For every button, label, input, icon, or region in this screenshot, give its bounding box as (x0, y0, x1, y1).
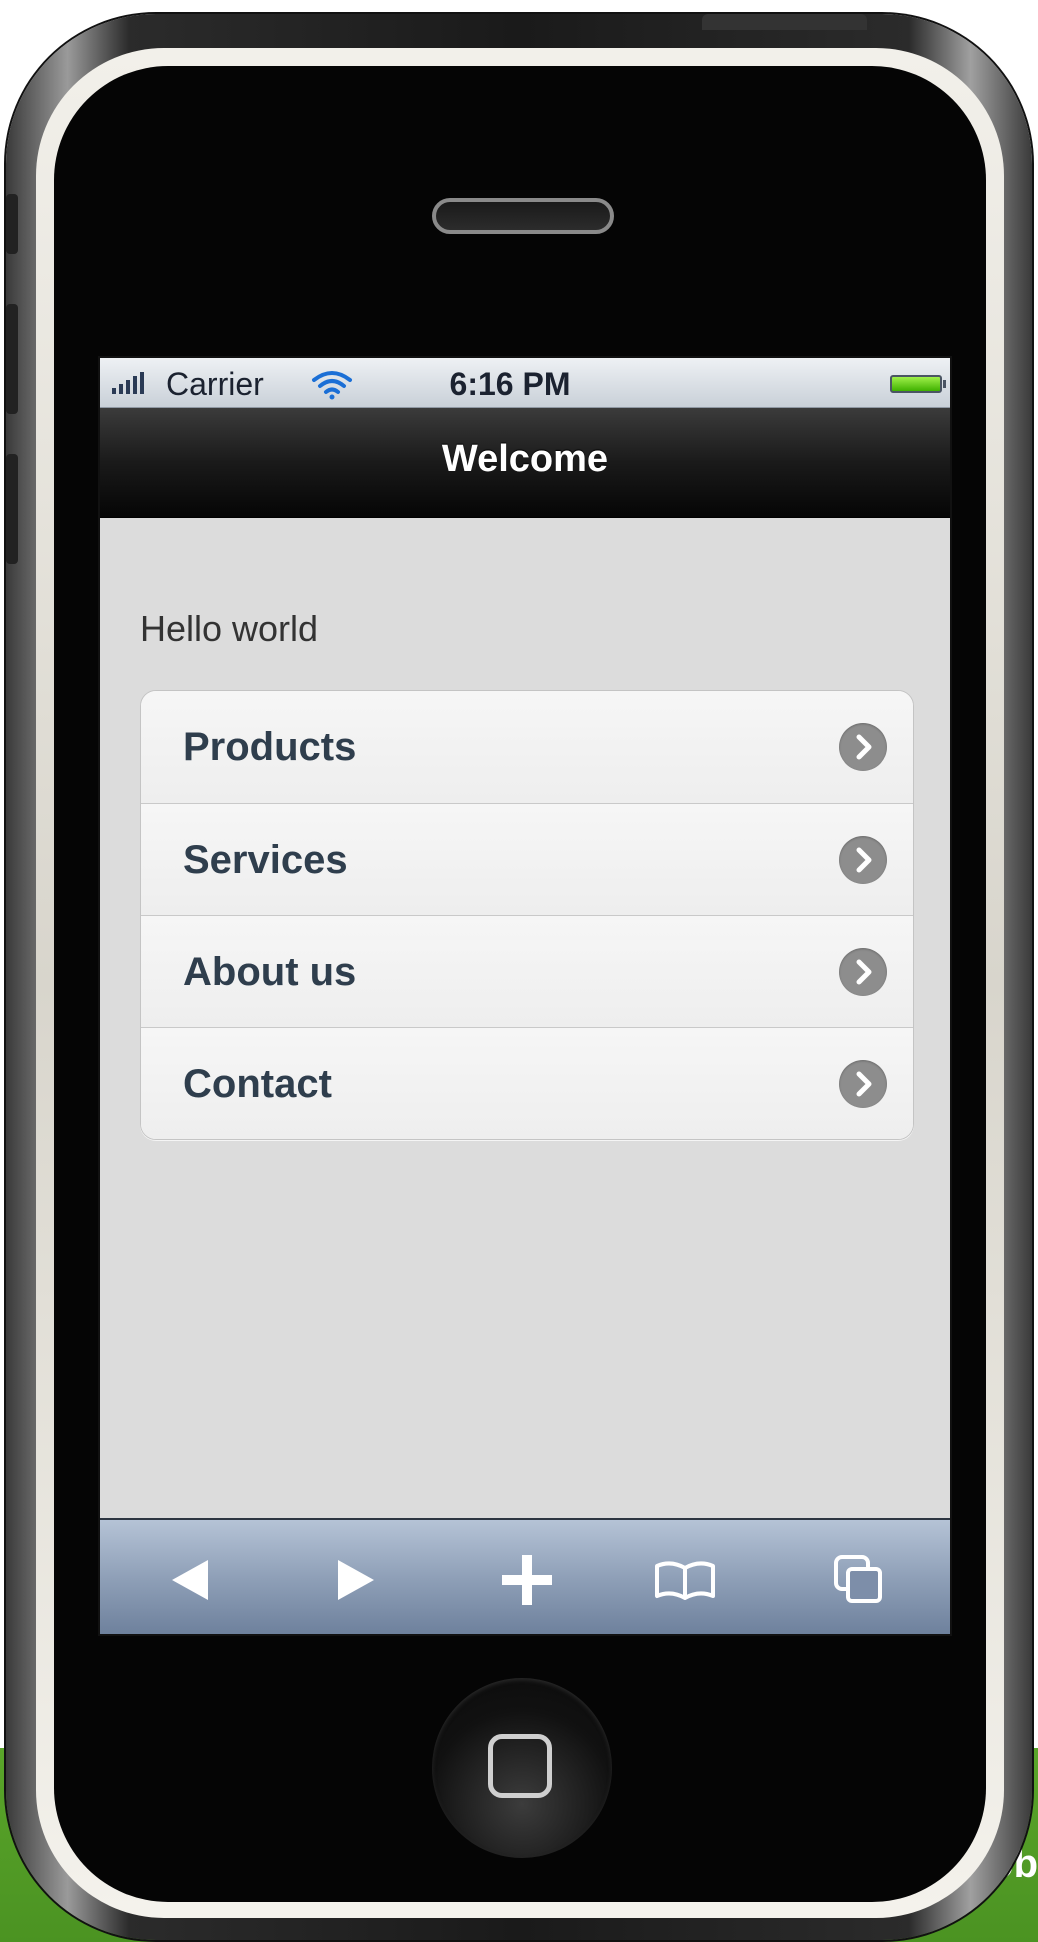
chevron-right-icon (839, 723, 887, 771)
plus-icon (502, 1555, 552, 1605)
menu-item-label: Services (183, 838, 348, 882)
volume-down-button (6, 454, 18, 564)
page-title: Welcome (441, 438, 609, 480)
title-bar: Welcome (100, 408, 950, 518)
sleep-button (702, 14, 867, 30)
status-time: 6:16 PM (449, 366, 571, 402)
menu-list: Products Services About us Contact (140, 690, 914, 1140)
mute-switch (6, 194, 18, 254)
chevron-right-icon (839, 948, 887, 996)
menu-item-about-us[interactable]: About us (141, 915, 913, 1027)
back-button[interactable] (158, 1548, 222, 1612)
menu-item-label: Contact (183, 1062, 332, 1106)
screen: Carrier 6:16 PM Welcome Hello world Prod… (98, 356, 952, 1636)
pages-icon (834, 1555, 882, 1603)
book-icon (655, 1561, 715, 1600)
chevron-right-icon (839, 836, 887, 884)
battery-icon (890, 375, 946, 393)
home-square-icon (488, 1734, 552, 1798)
back-arrow-icon (172, 1560, 208, 1600)
chevron-right-icon (839, 1060, 887, 1108)
menu-item-services[interactable]: Services (141, 803, 913, 915)
add-button[interactable] (495, 1548, 559, 1612)
browser-toolbar (100, 1518, 950, 1634)
menu-item-label: Products (183, 725, 357, 769)
bookmarks-button[interactable] (653, 1548, 717, 1612)
menu-item-label: About us (183, 950, 357, 994)
menu-item-products[interactable]: Products (141, 691, 913, 803)
forward-arrow-icon (338, 1560, 374, 1600)
stage: lob Carrier 6:16 (0, 0, 1038, 1942)
menu-item-contact[interactable]: Contact (141, 1027, 913, 1139)
forward-button[interactable] (324, 1548, 388, 1612)
status-bar: Carrier 6:16 PM (100, 358, 950, 408)
volume-up-button (6, 304, 18, 414)
pages-button[interactable] (827, 1548, 891, 1612)
earpiece-speaker (432, 198, 614, 234)
home-button[interactable] (432, 1678, 612, 1858)
greeting-text: Hello world (140, 608, 319, 649)
content-area: Hello world Products Services About us C… (100, 518, 950, 1518)
